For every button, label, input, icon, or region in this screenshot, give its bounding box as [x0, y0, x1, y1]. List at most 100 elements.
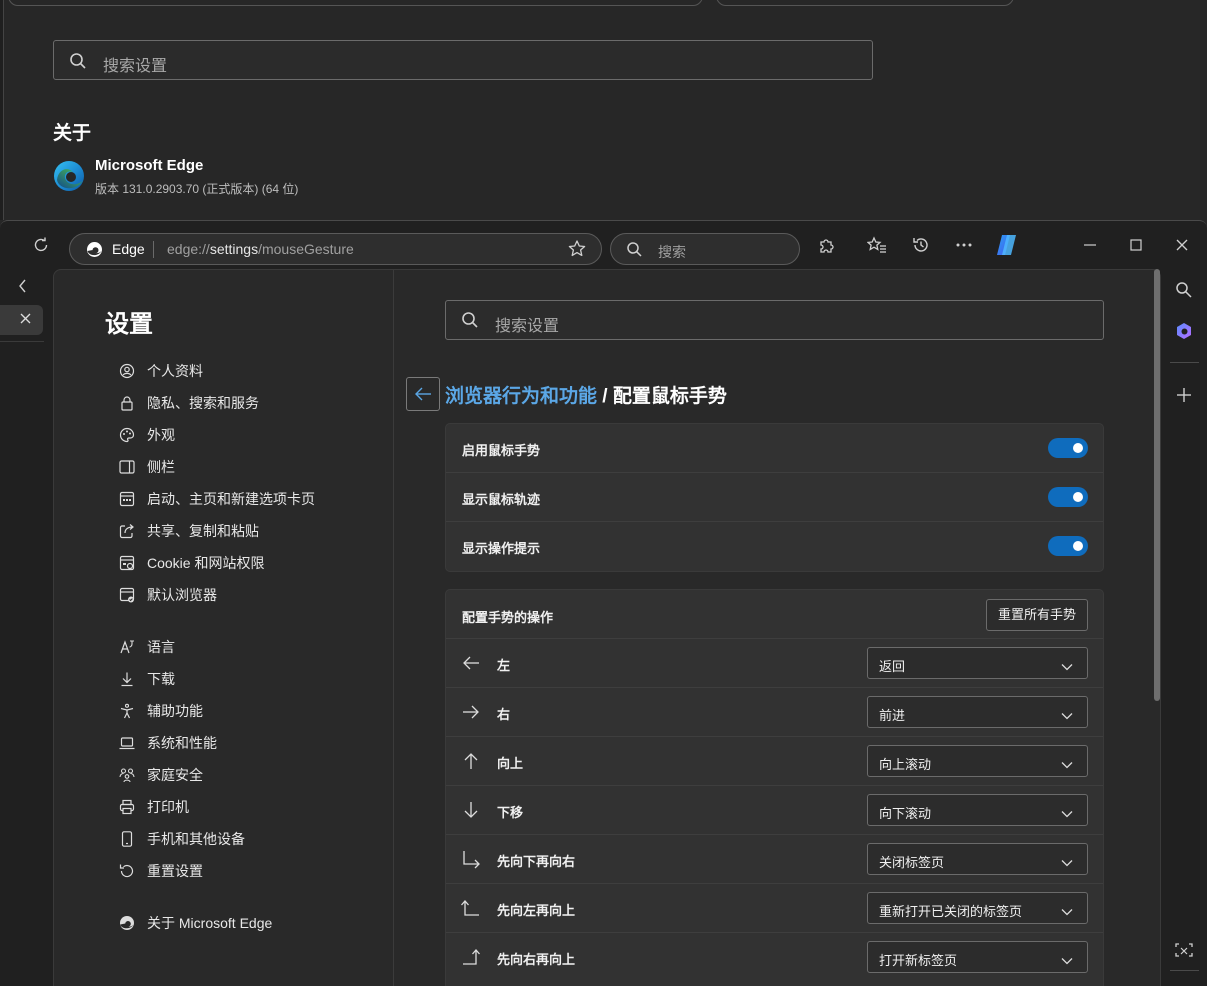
toggle-knob — [1073, 443, 1083, 453]
more-menu-button[interactable] — [948, 229, 980, 261]
nav-label: 隐私、搜索和服务 — [147, 395, 259, 411]
nav-item-reset[interactable]: 重置设置 — [118, 859, 203, 883]
arrow-left-icon — [461, 653, 481, 673]
gesture-action-select[interactable]: 前进 — [867, 696, 1088, 728]
gestures-header: 配置手势的操作 — [462, 610, 554, 625]
background-search-input[interactable]: 搜索设置 — [53, 40, 873, 80]
chevron-down-icon — [1061, 805, 1073, 823]
gesture-row: 右 前进 — [446, 688, 1103, 737]
lock-icon — [118, 394, 136, 412]
collapse-pane-icon[interactable] — [18, 279, 28, 296]
toggle-label: 显示操作提示 — [462, 541, 541, 556]
gesture-action-select[interactable]: 重新打开已关闭的标签页 — [867, 892, 1088, 924]
gesture-action-select[interactable]: 向下滚动 — [867, 794, 1088, 826]
arrow-right-icon — [461, 702, 481, 722]
nav-label: 辅助功能 — [147, 703, 203, 719]
enable-gestures-toggle[interactable] — [1048, 438, 1088, 458]
tab-separator — [0, 341, 44, 342]
history-button[interactable] — [905, 229, 937, 261]
chevron-down-icon — [1061, 854, 1073, 872]
nav-item-about[interactable]: 关于 Microsoft Edge — [118, 911, 272, 935]
gesture-label: 先向左再向上 — [497, 903, 576, 918]
settings-search-input[interactable]: 搜索设置 — [445, 300, 1104, 340]
settings-nav: 设置 个人资料 隐私、搜索和服务 外观 侧栏 启动、主页和新建选项卡页 共享、复… — [54, 270, 394, 986]
toggle-row: 启用鼠标手势 — [446, 424, 1103, 473]
nav-item-system[interactable]: 系统和性能 — [118, 731, 217, 755]
laptop-icon — [118, 734, 136, 752]
nav-label: 启动、主页和新建选项卡页 — [147, 491, 315, 507]
gesture-row: 先向下再向右 关闭标签页 — [446, 835, 1103, 884]
toolbar-search-input[interactable]: 搜索 — [610, 233, 800, 265]
nav-item-sidebar[interactable]: 侧栏 — [118, 455, 175, 479]
nav-item-profile[interactable]: 个人资料 — [118, 359, 203, 383]
sidebar-search-icon[interactable] — [1173, 279, 1195, 301]
gesture-actions-card: 配置手势的操作 重置所有手势 左 返回 右 前进 向上 向上滚动 下移 向下滚动… — [445, 589, 1104, 986]
selected-value: 打开新标签页 — [879, 953, 958, 968]
copilot-sidebar-icon[interactable] — [1173, 320, 1195, 342]
search-placeholder: 搜索 — [658, 244, 686, 260]
gesture-action-select[interactable]: 打开新标签页 — [867, 941, 1088, 973]
active-tab[interactable] — [0, 305, 43, 335]
maximize-icon — [1130, 239, 1142, 251]
nav-item-privacy[interactable]: 隐私、搜索和服务 — [118, 391, 259, 415]
add-sidebar-app-icon[interactable] — [1173, 384, 1195, 406]
share-icon — [118, 522, 136, 540]
minimize-button[interactable] — [1074, 229, 1106, 261]
background-left-edge — [0, 0, 4, 220]
home-grid-icon — [118, 490, 136, 508]
arrow-up-icon — [461, 751, 481, 771]
palette-icon — [118, 426, 136, 444]
nav-item-cookies[interactable]: Cookie 和网站权限 — [118, 551, 264, 575]
close-tab-icon[interactable] — [20, 311, 31, 327]
page-scrollbar[interactable] — [1152, 269, 1162, 986]
favorites-button[interactable] — [861, 229, 893, 261]
gesture-action-select[interactable]: 向上滚动 — [867, 745, 1088, 777]
sidebar-separator — [1170, 362, 1199, 363]
toggle-label: 显示鼠标轨迹 — [462, 492, 541, 507]
chevron-down-icon — [1061, 658, 1073, 676]
product-name: Microsoft Edge — [95, 157, 204, 174]
nav-label: 共享、复制和粘贴 — [147, 523, 259, 539]
gesture-action-select[interactable]: 关闭标签页 — [867, 843, 1088, 875]
nav-item-startup[interactable]: 启动、主页和新建选项卡页 — [118, 487, 315, 511]
nav-item-family[interactable]: 家庭安全 — [118, 763, 203, 787]
default-browser-icon — [118, 586, 136, 604]
nav-item-share[interactable]: 共享、复制和粘贴 — [118, 519, 259, 543]
copilot-icon — [997, 235, 1016, 255]
close-window-button[interactable] — [1166, 229, 1198, 261]
nav-item-default-browser[interactable]: 默认浏览器 — [118, 583, 217, 607]
breadcrumb-separator: / — [597, 386, 613, 407]
nav-label: 下载 — [147, 671, 175, 687]
scrollbar-thumb[interactable] — [1154, 269, 1160, 701]
nav-item-appearance[interactable]: 外观 — [118, 423, 175, 447]
nav-item-downloads[interactable]: 下载 — [118, 667, 175, 691]
back-button[interactable] — [406, 377, 440, 411]
extensions-button[interactable] — [811, 229, 843, 261]
reset-all-gestures-button[interactable]: 重置所有手势 — [985, 599, 1088, 631]
nav-item-printers[interactable]: 打印机 — [118, 795, 189, 819]
address-bar[interactable]: Edge edge://settings/mouseGesture — [69, 233, 602, 265]
search-icon — [461, 311, 479, 334]
download-icon — [118, 670, 136, 688]
nav-label: 侧栏 — [147, 459, 175, 475]
maximize-button[interactable] — [1120, 229, 1152, 261]
nav-label: 外观 — [147, 427, 175, 443]
nav-item-accessibility[interactable]: 辅助功能 — [118, 699, 203, 723]
family-icon — [118, 766, 136, 784]
gesture-action-select[interactable]: 返回 — [867, 647, 1088, 679]
breadcrumb-parent-link[interactable]: 浏览器行为和功能 — [445, 386, 597, 407]
nav-item-phone[interactable]: 手机和其他设备 — [118, 827, 245, 851]
close-icon — [1176, 239, 1188, 251]
favorite-star-icon[interactable] — [567, 239, 587, 264]
screenshot-icon[interactable] — [1173, 940, 1195, 962]
printer-icon — [118, 798, 136, 816]
about-title: 关于 — [53, 123, 92, 144]
chevron-down-icon — [1061, 903, 1073, 921]
show-hints-toggle[interactable] — [1048, 536, 1088, 556]
nav-item-language[interactable]: 语言 — [118, 635, 175, 659]
show-trail-toggle[interactable] — [1048, 487, 1088, 507]
nav-label: Cookie 和网站权限 — [147, 555, 265, 571]
copilot-button[interactable] — [991, 229, 1023, 261]
refresh-button[interactable] — [25, 229, 57, 261]
selected-value: 关闭标签页 — [879, 855, 945, 870]
